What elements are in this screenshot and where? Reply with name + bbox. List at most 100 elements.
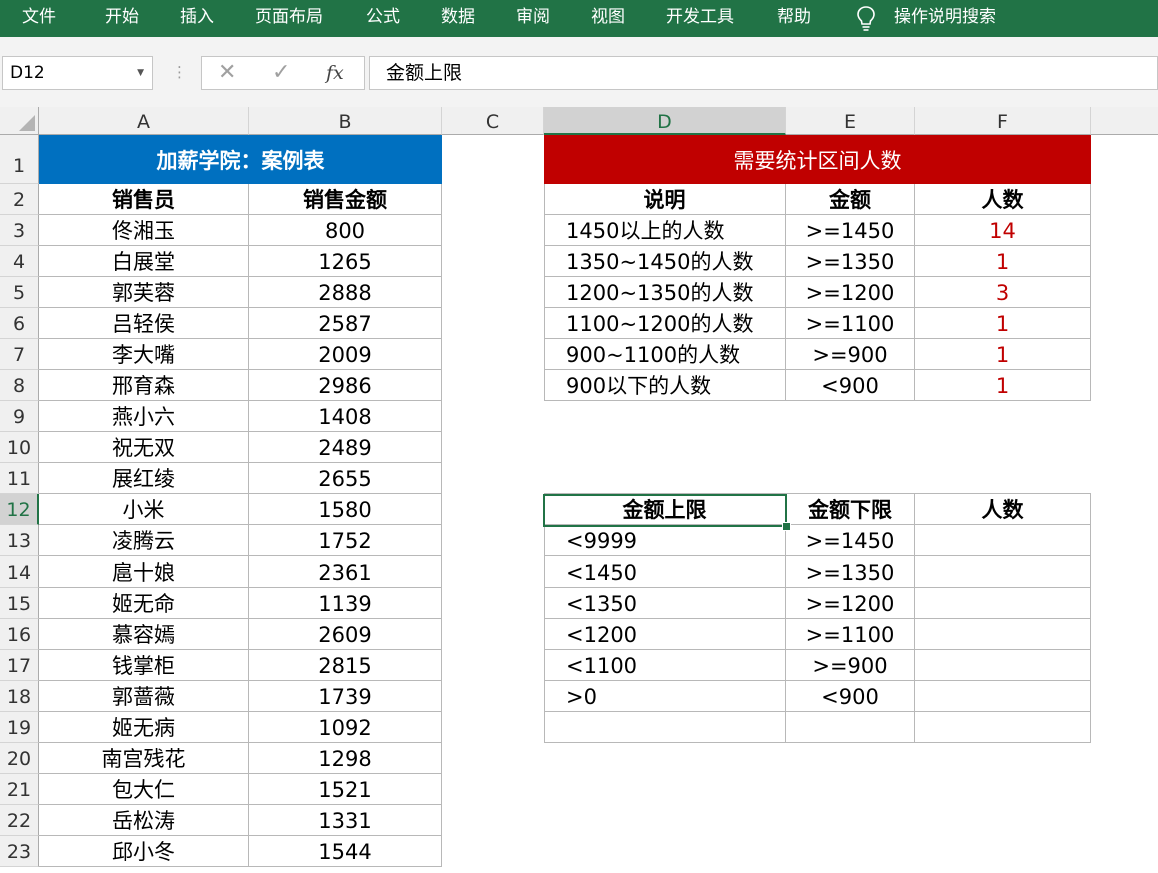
sales-amount-cell[interactable]: 1580 xyxy=(249,494,442,525)
insert-function-icon[interactable]: fx xyxy=(326,59,344,87)
lower-limit-cell[interactable]: >=1450 xyxy=(786,525,915,556)
stats-amount-cell[interactable]: >=900 xyxy=(786,339,915,370)
sales-amount-cell[interactable]: 2609 xyxy=(249,619,442,650)
stats-table-header[interactable]: 金额 xyxy=(786,184,915,215)
stats-desc-cell[interactable]: 900以下的人数 xyxy=(544,370,786,401)
tell-me-search[interactable]: 操作说明搜索 xyxy=(894,0,996,37)
salesperson-cell[interactable]: 展红绫 xyxy=(39,463,249,494)
stats-count-cell[interactable]: 1 xyxy=(915,370,1091,401)
worksheet-grid[interactable]: ABCDEF 1 2 3 4 5 6 7 8 9 10 11 12 13 14 15 16 17 18 19 20 21… xyxy=(0,107,1158,873)
sales-amount-cell[interactable]: 800 xyxy=(249,215,442,246)
salesperson-cell[interactable]: 白展堂 xyxy=(39,246,249,277)
row-header-12[interactable]: 12 xyxy=(0,494,39,525)
upper-limit-cell[interactable]: >0 xyxy=(544,681,786,712)
stats-count-cell[interactable]: 1 xyxy=(915,339,1091,370)
tab-insert[interactable]: 插入 xyxy=(180,0,214,37)
stats-amount-cell[interactable]: <900 xyxy=(786,370,915,401)
salesperson-cell[interactable]: 李大嘴 xyxy=(39,339,249,370)
salesperson-cell[interactable]: 邱小冬 xyxy=(39,836,249,867)
lower-limit-cell[interactable]: <900 xyxy=(786,681,915,712)
tab-formulas[interactable]: 公式 xyxy=(366,0,400,37)
left-table-header[interactable]: 销售员 xyxy=(39,184,249,215)
upper-limit-cell[interactable]: <1100 xyxy=(544,650,786,681)
stats-table-header[interactable]: 人数 xyxy=(915,184,1091,215)
row-header-4[interactable]: 4 xyxy=(0,246,39,277)
sales-amount-cell[interactable]: 1752 xyxy=(249,525,442,556)
salesperson-cell[interactable]: 慕容嫣 xyxy=(39,619,249,650)
stats-table-header[interactable]: 说明 xyxy=(544,184,786,215)
cancel-icon[interactable]: ✕ xyxy=(218,59,236,87)
salesperson-cell[interactable]: 姬无命 xyxy=(39,588,249,619)
stats-desc-cell[interactable]: 900~1100的人数 xyxy=(544,339,786,370)
left-table-header[interactable]: 销售金额 xyxy=(249,184,442,215)
column-header-f[interactable]: F xyxy=(915,107,1091,135)
lightbulb-icon[interactable] xyxy=(855,4,877,32)
stats-table-title[interactable]: 需要统计区间人数 xyxy=(544,135,1091,184)
row-header-3[interactable]: 3 xyxy=(0,215,39,246)
sales-amount-cell[interactable]: 1544 xyxy=(249,836,442,867)
tab-view[interactable]: 视图 xyxy=(591,0,625,37)
sales-amount-cell[interactable]: 1739 xyxy=(249,681,442,712)
sales-amount-cell[interactable]: 2587 xyxy=(249,308,442,339)
row-header-7[interactable]: 7 xyxy=(0,339,39,370)
tab-home[interactable]: 开始 xyxy=(105,0,139,37)
row-header-15[interactable]: 15 xyxy=(0,588,39,619)
column-header-b[interactable]: B xyxy=(249,107,442,135)
stats-amount-cell[interactable]: >=1350 xyxy=(786,246,915,277)
range-table-header[interactable]: 金额下限 xyxy=(786,494,915,525)
range-count-cell[interactable] xyxy=(915,650,1091,681)
salesperson-cell[interactable]: 钱掌柜 xyxy=(39,650,249,681)
column-header-e[interactable]: E xyxy=(786,107,915,135)
enter-check-icon[interactable]: ✓ xyxy=(272,59,290,87)
salesperson-cell[interactable]: 包大仁 xyxy=(39,774,249,805)
row-header-2[interactable]: 2 xyxy=(0,184,39,215)
column-header-a[interactable]: A xyxy=(39,107,249,135)
sales-amount-cell[interactable]: 2655 xyxy=(249,463,442,494)
stats-desc-cell[interactable]: 1450以上的人数 xyxy=(544,215,786,246)
lower-limit-cell[interactable]: >=1100 xyxy=(786,619,915,650)
tab-page-layout[interactable]: 页面布局 xyxy=(255,0,323,37)
stats-amount-cell[interactable]: >=1450 xyxy=(786,215,915,246)
range-count-cell[interactable] xyxy=(915,681,1091,712)
column-header-c[interactable]: C xyxy=(442,107,544,135)
stats-count-cell[interactable]: 14 xyxy=(915,215,1091,246)
lower-limit-cell[interactable]: >=900 xyxy=(786,650,915,681)
salesperson-cell[interactable]: 郭芙蓉 xyxy=(39,277,249,308)
stats-desc-cell[interactable]: 1100~1200的人数 xyxy=(544,308,786,339)
tab-developer[interactable]: 开发工具 xyxy=(666,0,734,37)
row-header-14[interactable]: 14 xyxy=(0,556,39,588)
row-header-17[interactable]: 17 xyxy=(0,650,39,681)
salesperson-cell[interactable]: 凌腾云 xyxy=(39,525,249,556)
range-table-header[interactable]: 人数 xyxy=(915,494,1091,525)
sales-amount-cell[interactable]: 2361 xyxy=(249,556,442,588)
name-box[interactable]: D12 ▼ xyxy=(2,56,153,90)
salesperson-cell[interactable]: 邢育森 xyxy=(39,370,249,401)
upper-limit-cell[interactable] xyxy=(544,712,786,743)
left-table-title[interactable]: 加薪学院：案例表 xyxy=(39,135,442,184)
sales-amount-cell[interactable]: 2986 xyxy=(249,370,442,401)
chevron-down-icon[interactable]: ▼ xyxy=(137,57,144,89)
range-count-cell[interactable] xyxy=(915,556,1091,588)
lower-limit-cell[interactable] xyxy=(786,712,915,743)
row-header-22[interactable]: 22 xyxy=(0,805,39,836)
row-header-19[interactable]: 19 xyxy=(0,712,39,743)
range-count-cell[interactable] xyxy=(915,588,1091,619)
salesperson-cell[interactable]: 郭蔷薇 xyxy=(39,681,249,712)
stats-desc-cell[interactable]: 1350~1450的人数 xyxy=(544,246,786,277)
salesperson-cell[interactable]: 姬无病 xyxy=(39,712,249,743)
upper-limit-cell[interactable]: <1450 xyxy=(544,556,786,588)
sales-amount-cell[interactable]: 2009 xyxy=(249,339,442,370)
stats-count-cell[interactable]: 1 xyxy=(915,308,1091,339)
row-header-10[interactable]: 10 xyxy=(0,432,39,463)
sales-amount-cell[interactable]: 1139 xyxy=(249,588,442,619)
salesperson-cell[interactable]: 扈十娘 xyxy=(39,556,249,588)
salesperson-cell[interactable]: 岳松涛 xyxy=(39,805,249,836)
row-header-20[interactable]: 20 xyxy=(0,743,39,774)
row-header-6[interactable]: 6 xyxy=(0,308,39,339)
stats-amount-cell[interactable]: >=1100 xyxy=(786,308,915,339)
tab-data[interactable]: 数据 xyxy=(441,0,475,37)
row-header-23[interactable]: 23 xyxy=(0,836,39,867)
sales-amount-cell[interactable]: 2888 xyxy=(249,277,442,308)
formula-input[interactable]: 金额上限 xyxy=(369,56,1158,90)
upper-limit-cell[interactable]: <1200 xyxy=(544,619,786,650)
